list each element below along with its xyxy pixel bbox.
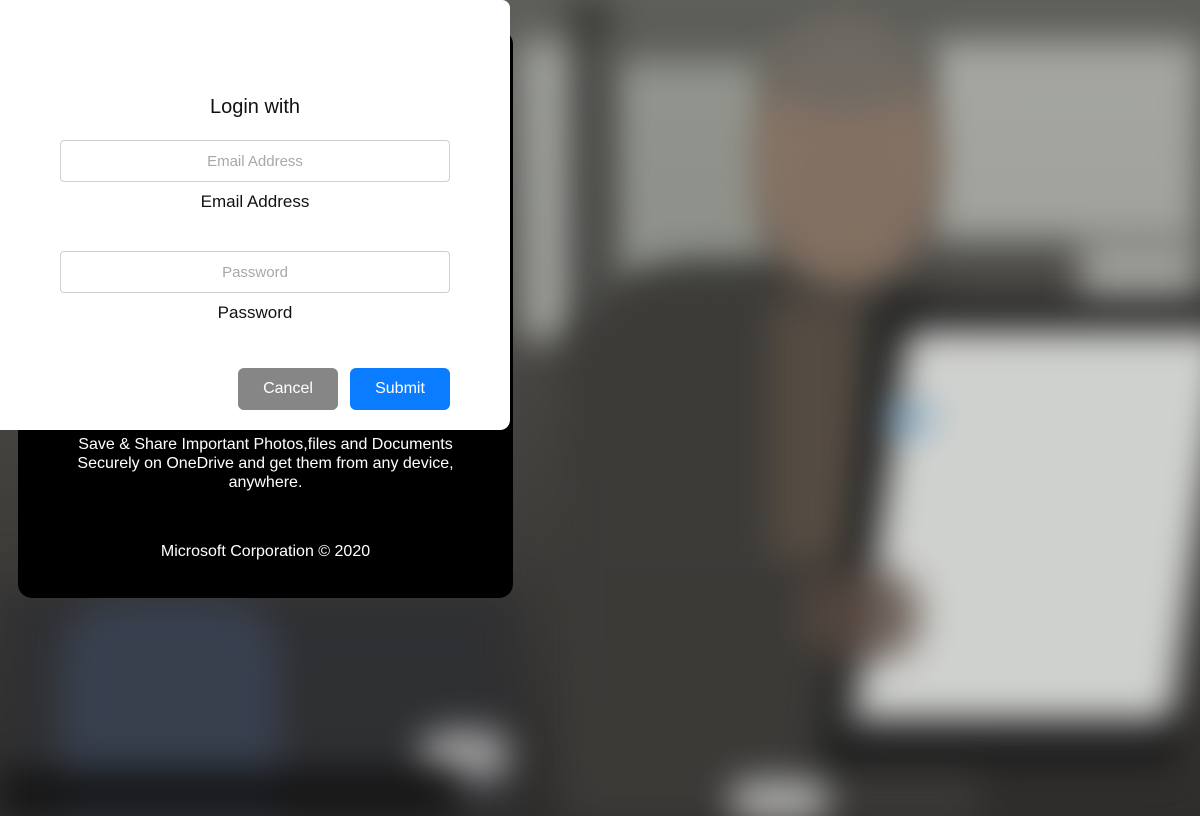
bg-cup bbox=[730, 780, 830, 816]
promo-text: Save & Share Important Photos,files and … bbox=[18, 435, 513, 492]
bg-window bbox=[930, 40, 1200, 240]
bg-laptop-screen bbox=[852, 330, 1200, 720]
bg-person-shirt bbox=[770, 300, 860, 560]
password-input[interactable] bbox=[60, 251, 450, 293]
submit-button[interactable]: Submit bbox=[350, 368, 450, 410]
copyright-text: Microsoft Corporation © 2020 bbox=[160, 543, 371, 560]
bg-person-hand bbox=[800, 570, 920, 660]
bg-laptop-bottom bbox=[0, 770, 460, 816]
login-title: Login with bbox=[209, 96, 301, 118]
promo-line: anywhere. bbox=[228, 474, 303, 491]
promo-line: Securely on OneDrive and get them from a… bbox=[77, 455, 454, 472]
password-label: Password bbox=[217, 303, 293, 322]
email-label: Email Address bbox=[200, 192, 310, 211]
login-dialog: Login with Email Address Password Cancel… bbox=[0, 0, 510, 430]
cancel-button[interactable]: Cancel bbox=[238, 368, 338, 410]
bg-screen-button bbox=[890, 410, 930, 428]
bg-window bbox=[610, 60, 770, 280]
bg-person-hair bbox=[760, 20, 930, 110]
promo-line: Save & Share Important Photos,files and … bbox=[78, 436, 453, 453]
email-input[interactable] bbox=[60, 140, 450, 182]
